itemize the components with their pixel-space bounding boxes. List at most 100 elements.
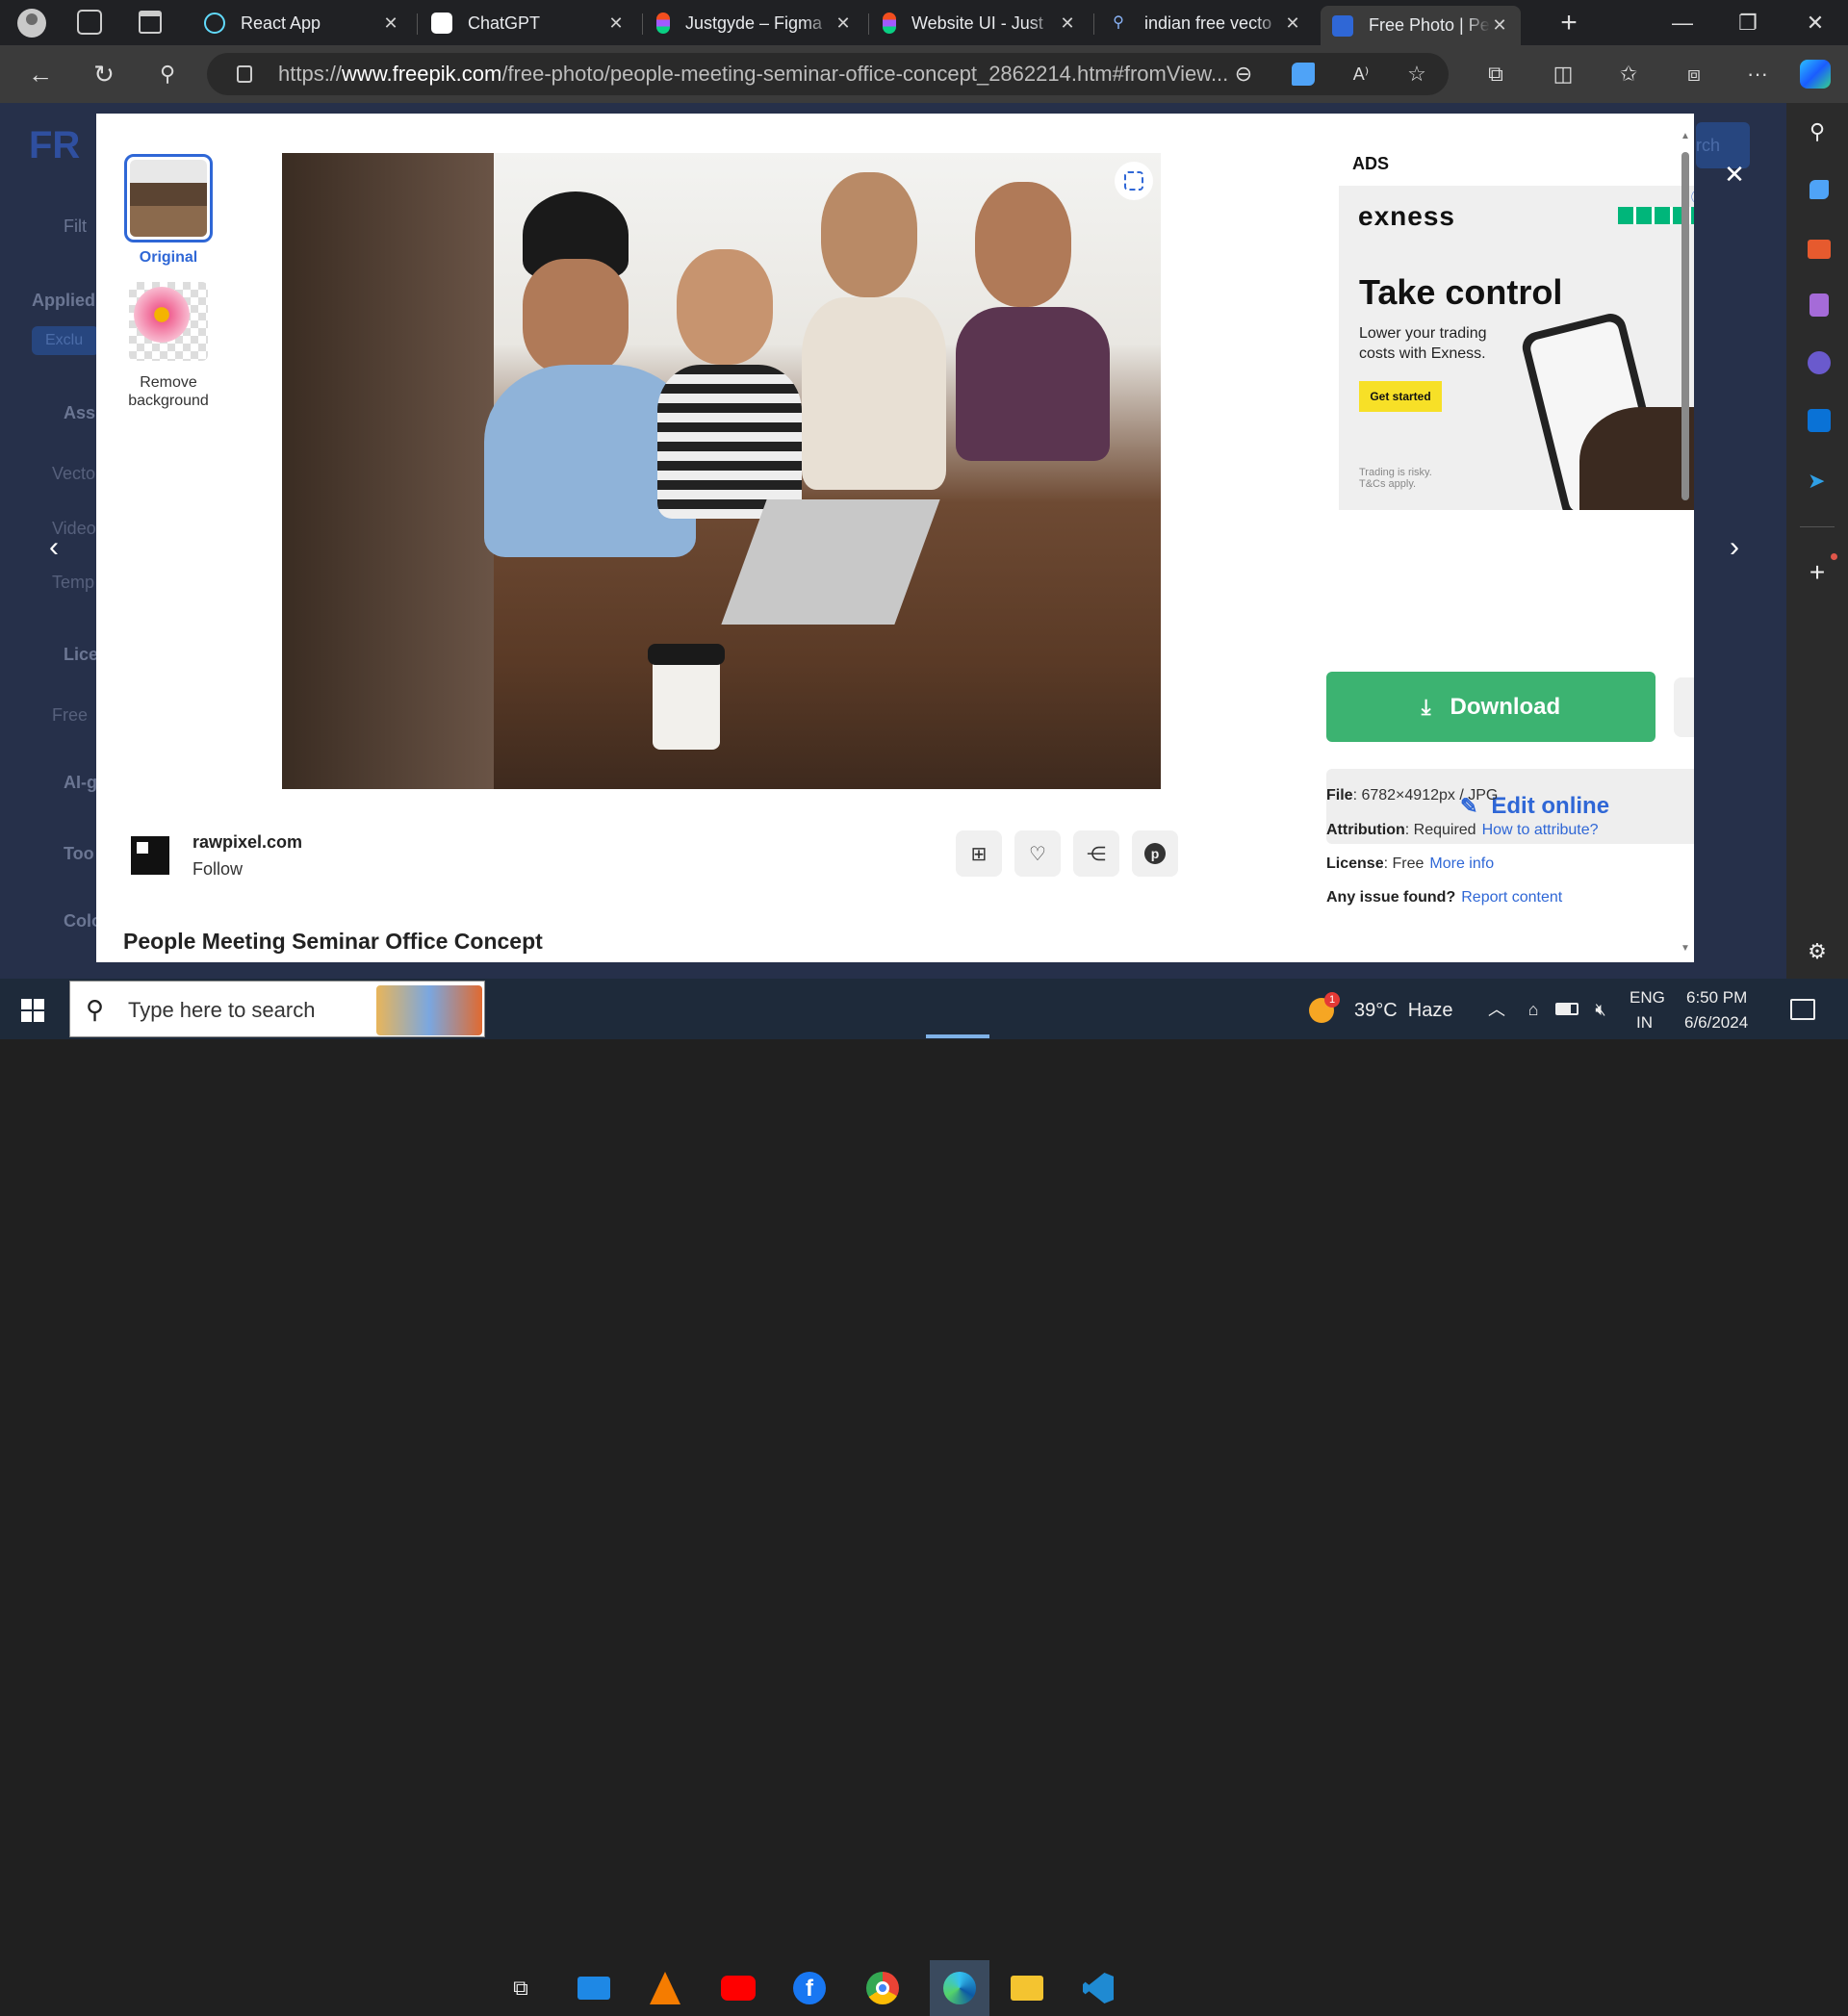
copilot-icon[interactable] xyxy=(1800,60,1831,89)
refresh-icon[interactable]: ↻ xyxy=(83,53,125,95)
variant-original-thumb[interactable] xyxy=(124,154,213,242)
more-info-link[interactable]: More info xyxy=(1429,855,1494,872)
tools-icon[interactable] xyxy=(1808,240,1831,259)
windows-start-icon[interactable] xyxy=(21,999,44,1022)
more-icon[interactable]: ··· xyxy=(1738,53,1777,95)
weather-badge: 1 xyxy=(1324,992,1340,1008)
close-tab-icon[interactable]: ✕ xyxy=(834,13,853,34)
back-icon[interactable]: ← xyxy=(19,53,62,95)
outlook-icon[interactable] xyxy=(1808,409,1831,432)
minimize-icon[interactable]: — xyxy=(1663,2,1702,44)
share-button[interactable]: ⋲ xyxy=(1073,830,1119,877)
youtube-icon[interactable] xyxy=(714,1964,762,2012)
weather-text[interactable]: 39°C Haze xyxy=(1354,1000,1453,1022)
favorites-icon[interactable]: ✩ xyxy=(1609,53,1648,95)
close-tab-icon[interactable]: ✕ xyxy=(381,13,400,34)
battery-icon[interactable] xyxy=(1555,1003,1578,1015)
figma-icon xyxy=(656,13,670,34)
variant-remove-bg-label[interactable]: Remove background xyxy=(116,373,221,410)
tray-device-icon[interactable]: ⌂ xyxy=(1519,988,1548,1031)
report-content-link[interactable]: Report content xyxy=(1461,889,1562,906)
close-tab-icon[interactable]: ✕ xyxy=(1283,13,1302,34)
collections-icon[interactable]: ⧈ xyxy=(1675,53,1713,95)
add-to-collection-button[interactable]: ⊞ xyxy=(956,830,1002,877)
react-icon xyxy=(204,13,225,34)
ad-banner[interactable]: exness ⓘ✕ Take control Lower your tradin… xyxy=(1339,186,1694,510)
send-icon[interactable]: ➤ xyxy=(1808,469,1825,494)
modal-scrollbar[interactable]: ▲ ▼ xyxy=(1681,131,1690,954)
next-arrow-icon[interactable]: › xyxy=(1715,526,1754,569)
close-window-icon[interactable]: ✕ xyxy=(1796,2,1835,44)
issue-info: Any issue found? Report content xyxy=(1326,889,1562,906)
search-icon[interactable]: ⚲ xyxy=(1798,111,1836,153)
tab-figma-website[interactable]: Website UI - Just ✕ xyxy=(871,6,1089,40)
tab-chatgpt[interactable]: ChatGPT ✕ xyxy=(420,6,637,40)
url-domain: www.freepik.com xyxy=(342,62,502,86)
edge-icon[interactable] xyxy=(930,1960,989,2016)
search-icon[interactable]: ⚲ xyxy=(146,53,189,95)
visual-search-button[interactable] xyxy=(1115,162,1153,200)
new-tab-icon[interactable]: + xyxy=(1550,2,1588,44)
ad-brand: exness xyxy=(1358,201,1455,231)
freepik-logo: FR xyxy=(29,124,81,166)
notifications-icon[interactable] xyxy=(1790,999,1815,1020)
language-eng[interactable]: ENG xyxy=(1630,988,1665,1008)
coupon-icon[interactable] xyxy=(1292,63,1315,86)
facebook-icon[interactable]: f xyxy=(785,1964,834,2012)
vscode-icon[interactable] xyxy=(1074,1964,1122,2012)
shopping-tag-icon[interactable] xyxy=(1810,180,1829,199)
license-value: Free xyxy=(1392,855,1424,872)
how-to-attribute-link[interactable]: How to attribute? xyxy=(1482,822,1599,838)
chrome-icon[interactable] xyxy=(859,1964,907,2012)
vertical-tabs-icon[interactable] xyxy=(139,11,162,34)
task-view-icon[interactable]: ⧉ xyxy=(497,1964,545,2012)
tab-react-app[interactable]: React App ✕ xyxy=(192,6,412,40)
file-explorer-icon[interactable] xyxy=(1003,1964,1051,2012)
restore-icon[interactable]: ❐ xyxy=(1729,2,1767,44)
url-path: /free-photo/people-meeting-seminar-offic… xyxy=(501,62,1229,86)
tray-chevron-icon[interactable]: ︿ xyxy=(1482,988,1511,1031)
main-photo[interactable] xyxy=(282,153,1161,789)
split-screen-icon[interactable]: ◫ xyxy=(1544,53,1582,95)
close-tab-icon[interactable]: ✕ xyxy=(606,13,626,34)
close-tab-icon[interactable]: ✕ xyxy=(1058,13,1077,34)
language-in[interactable]: IN xyxy=(1636,1013,1653,1033)
prev-arrow-icon[interactable]: ‹ xyxy=(35,526,73,569)
settings-gear-icon[interactable]: ⚙ xyxy=(1798,931,1836,973)
notification-dot xyxy=(1831,553,1837,560)
tab-search[interactable]: ⚲ indian free vecto ✕ xyxy=(1096,6,1314,40)
ad-headline: Take control xyxy=(1359,272,1563,312)
extensions-icon[interactable]: ⧉ xyxy=(1476,53,1515,95)
taskbar-search-box[interactable]: ⚲ Type here to search xyxy=(69,981,485,1037)
zoom-icon[interactable]: ⊖ xyxy=(1224,53,1263,95)
clock-date[interactable]: 6/6/2024 xyxy=(1684,1013,1748,1033)
read-aloud-icon[interactable]: A⁾ xyxy=(1342,53,1380,95)
variant-remove-bg-thumb[interactable] xyxy=(129,282,208,361)
favorite-star-icon[interactable]: ☆ xyxy=(1398,53,1436,95)
profile-avatar[interactable] xyxy=(17,9,46,38)
heart-icon: ♡ xyxy=(1029,843,1046,865)
vlc-icon[interactable] xyxy=(641,1964,689,2012)
author-name[interactable]: rawpixel.com xyxy=(192,832,302,853)
scrollbar-thumb[interactable] xyxy=(1681,152,1689,500)
games-icon[interactable] xyxy=(1810,293,1829,317)
close-modal-icon[interactable]: ✕ xyxy=(1715,153,1754,195)
close-tab-icon[interactable]: ✕ xyxy=(1490,15,1509,36)
copilot-app-icon[interactable] xyxy=(1808,351,1831,374)
tab-freepik[interactable]: Free Photo | Peop ✕ xyxy=(1321,6,1521,45)
pinterest-button[interactable]: p xyxy=(1132,830,1178,877)
volume-muted-icon[interactable]: 🔇︎ xyxy=(1586,988,1615,1031)
ad-info-icon[interactable]: ⓘ✕ xyxy=(1691,188,1694,207)
mail-icon[interactable] xyxy=(570,1964,618,2012)
author-avatar[interactable] xyxy=(131,836,169,875)
lock-icon[interactable] xyxy=(237,65,252,83)
edit-online-label: Edit online xyxy=(1491,793,1610,819)
like-button[interactable]: ♡ xyxy=(1014,830,1061,877)
variant-original-label[interactable]: Original xyxy=(116,249,221,267)
ad-cta-button[interactable]: Get started xyxy=(1359,381,1442,412)
follow-button[interactable]: Follow xyxy=(192,859,243,880)
workspaces-icon[interactable] xyxy=(77,10,102,35)
clock-time[interactable]: 6:50 PM xyxy=(1686,988,1747,1008)
download-button[interactable]: ⤓ Download xyxy=(1326,672,1656,742)
tab-figma-justgyde[interactable]: Justgyde – Figma ✕ xyxy=(645,6,864,40)
